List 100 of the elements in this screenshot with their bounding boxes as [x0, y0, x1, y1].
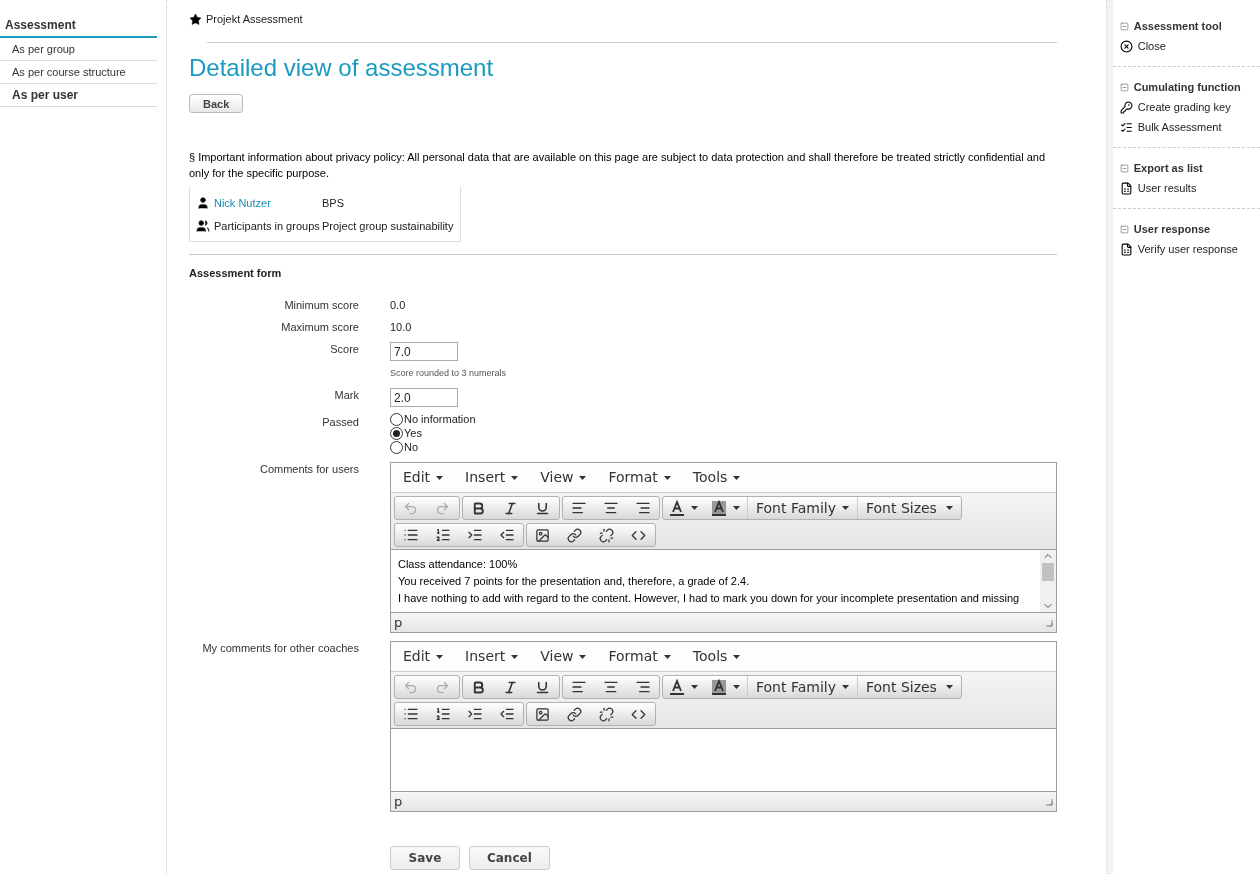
caret-icon — [945, 685, 953, 689]
back-button[interactable]: Back — [188, 94, 244, 113]
key-icon — [1119, 100, 1133, 114]
caret-icon — [691, 685, 699, 689]
menu-button[interactable]: Insert — [457, 646, 527, 667]
panel-link[interactable]: Verify user response — [1137, 242, 1238, 256]
nav-title: Assessment — [0, 18, 158, 38]
field-label: Comments for users — [259, 463, 359, 475]
unlink-icon — [599, 527, 615, 543]
field-label: My comments for other coaches — [202, 642, 359, 654]
field-label: Minimum score — [284, 299, 359, 311]
indent-icon — [466, 706, 483, 722]
caret-icon — [436, 475, 444, 480]
panel-link[interactable]: Close — [1137, 39, 1166, 53]
align-center-icon — [602, 679, 619, 695]
score-input[interactable]: 7.0 — [389, 342, 458, 361]
close-icon — [1119, 39, 1133, 53]
groups-label: Participants in groups — [213, 218, 321, 233]
maximum-score-value: 10.0 — [389, 321, 412, 333]
collapse-icon[interactable] — [1119, 163, 1129, 173]
element-path[interactable]: p — [393, 791, 403, 812]
panel-link[interactable]: Create grading key — [1137, 100, 1231, 114]
caret-icon — [733, 506, 741, 510]
menu-button[interactable]: Tools — [684, 646, 749, 667]
numbered-list-icon — [434, 527, 451, 543]
menu-button[interactable]: View — [532, 646, 595, 667]
collapse-icon[interactable] — [1119, 82, 1129, 92]
section-title: Export as list — [1133, 161, 1203, 175]
groups-value: Project group sustainability — [321, 218, 454, 233]
editor-paragraph: I have nothing to add with regard to the content. However, I had to mark you down for your incomplete presentation and missing — [397, 591, 1021, 606]
menu-button[interactable]: Format — [600, 646, 679, 667]
background-color-icon — [711, 679, 728, 695]
caret-icon — [733, 475, 741, 480]
caret-icon — [436, 654, 444, 659]
indent-icon — [466, 527, 483, 543]
redo-icon — [435, 679, 451, 695]
panel-link[interactable]: Bulk Assessment — [1137, 120, 1222, 134]
element-path[interactable]: p — [393, 612, 403, 633]
align-right-icon — [634, 500, 651, 516]
caret-icon — [511, 475, 519, 480]
link-icon — [567, 527, 583, 543]
align-left-icon — [570, 500, 587, 516]
radio-option[interactable]: Yes — [389, 426, 1057, 440]
menu-button[interactable]: Format — [600, 467, 679, 488]
caret-icon — [663, 475, 671, 480]
menu-button[interactable]: Tools — [684, 467, 749, 488]
collapse-icon[interactable] — [1119, 21, 1129, 31]
align-left-icon — [570, 679, 587, 695]
mark-input[interactable]: 2.0 — [389, 388, 458, 407]
user-name-link[interactable]: Nick Nutzer — [213, 195, 322, 210]
outdent-icon — [498, 527, 515, 543]
rich-text-editor[interactable]: Edit Insert View Format Tools Font Family Font Sizes p — [389, 641, 1057, 812]
bullet-list-icon — [402, 706, 419, 722]
menu-button[interactable]: Edit — [394, 467, 452, 488]
caret-icon — [945, 506, 953, 510]
user-value: BPS — [321, 195, 344, 210]
bullet-list-icon — [402, 527, 419, 543]
bold-icon — [471, 679, 487, 695]
font-size-dropdown[interactable]: Font Sizes — [856, 497, 961, 519]
unlink-icon — [599, 706, 615, 722]
user-icon — [195, 195, 210, 210]
breadcrumb[interactable]: Projekt Assessment — [205, 12, 303, 26]
form-title: Assessment form — [188, 266, 283, 280]
caret-icon — [841, 506, 849, 510]
underline-icon — [535, 500, 551, 516]
cancel-button[interactable]: Cancel — [468, 846, 550, 870]
redo-icon — [435, 500, 451, 516]
text-color-icon — [669, 679, 686, 695]
numbered-list-icon — [434, 706, 451, 722]
panel-link[interactable]: User results — [1137, 181, 1197, 195]
radio-option[interactable]: No — [389, 440, 1057, 454]
menu-button[interactable]: Edit — [394, 646, 452, 667]
checklist-icon — [1119, 120, 1133, 134]
caret-icon — [579, 654, 587, 659]
font-family-dropdown[interactable]: Font Family — [746, 497, 857, 519]
radio-option[interactable]: No information — [389, 412, 1057, 426]
nav-item[interactable]: As per user — [0, 84, 158, 107]
section-title: User response — [1133, 222, 1211, 236]
caret-icon — [691, 506, 699, 510]
collapse-icon[interactable] — [1119, 224, 1129, 234]
save-button[interactable]: Save — [389, 846, 460, 870]
align-center-icon — [602, 500, 619, 516]
caret-icon — [511, 654, 519, 659]
text-color-icon — [669, 500, 686, 516]
font-size-dropdown[interactable]: Font Sizes — [856, 676, 961, 698]
field-label: Mark — [334, 389, 359, 401]
field-label: Score — [330, 343, 359, 355]
resize-handle-icon[interactable] — [1044, 618, 1053, 627]
rich-text-editor[interactable] — [389, 462, 1057, 633]
page-title: Detailed view of assessment — [188, 53, 495, 83]
nav-item[interactable]: As per group — [0, 38, 158, 61]
background-color-icon — [711, 500, 728, 516]
nav-item[interactable]: As per course structure — [0, 61, 158, 84]
caret-icon — [841, 685, 849, 689]
image-icon — [535, 706, 551, 722]
font-family-dropdown[interactable]: Font Family — [746, 676, 857, 698]
resize-handle-icon[interactable] — [1044, 797, 1053, 806]
caret-icon — [733, 685, 741, 689]
menu-button[interactable]: View — [532, 467, 595, 488]
menu-button[interactable]: Insert — [457, 467, 527, 488]
